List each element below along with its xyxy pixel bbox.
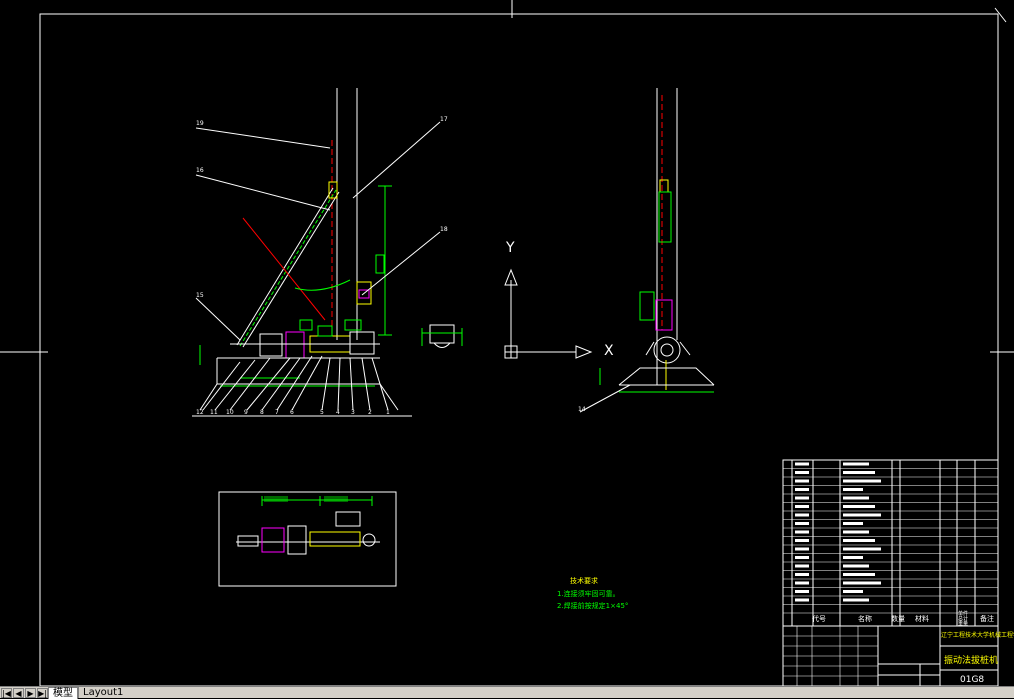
drawing-canvas — [0, 0, 1014, 686]
ucs-icon — [504, 268, 593, 359]
bom-header-remark: 备注 — [980, 615, 994, 623]
balloon-10: 10 — [226, 409, 234, 416]
tech-requirements-line2: 2.焊接前按规定1×45° — [557, 602, 629, 610]
bom-cell-mark — [843, 564, 869, 568]
corner-mark — [994, 7, 1007, 23]
tech-requirements-title: 技术要求 — [570, 577, 598, 585]
bom-cell-mark — [795, 488, 809, 491]
top-view — [218, 491, 397, 587]
cad-viewport[interactable]: Y X 19 17 16 18 15 12 11 10 9 8 7 6 5 4 … — [0, 0, 1014, 686]
front-view — [192, 88, 441, 417]
balloon-7: 7 — [275, 409, 279, 416]
bom-cell-mark — [795, 581, 809, 585]
balloon-19: 19 — [196, 120, 204, 127]
balloon-5: 5 — [320, 409, 324, 416]
balloon-1: 1 — [386, 409, 390, 416]
school-name: 辽宁工程技术大学机械工程学院 — [941, 632, 1014, 639]
bom-cell-mark — [843, 505, 875, 508]
title-block-lines — [783, 626, 878, 686]
bom-cell-mark — [843, 496, 869, 500]
tab-model[interactable]: 模型 — [48, 686, 78, 699]
bom-cell-mark — [843, 462, 869, 466]
bom-cell-mark — [843, 598, 869, 602]
tab-layout1[interactable]: Layout1 — [78, 687, 127, 698]
balloon-18: 18 — [440, 226, 448, 233]
bom-cell-mark — [795, 573, 809, 576]
drawing-number: 01G8 — [960, 675, 985, 685]
bom-cell-mark — [795, 522, 809, 525]
nav-last-button[interactable]: ▶| — [37, 687, 48, 698]
balloon-12: 12 — [196, 409, 204, 416]
bom-header-name: 名称 — [858, 615, 872, 623]
bom-cell-mark — [795, 479, 809, 483]
bom-cell-mark — [843, 573, 875, 576]
bom-header-weight: 单件 总计 重量 — [958, 611, 969, 627]
balloon-4: 4 — [336, 409, 340, 416]
axis-x-label: X — [604, 343, 614, 359]
layout-tab-bar: |◀ ◀ ▶ ▶| 模型 Layout1 — [0, 686, 1014, 699]
balloon-6: 6 — [290, 409, 294, 416]
detail-bracket — [421, 324, 463, 348]
bom-rows — [783, 462, 998, 614]
balloon-11: 11 — [210, 409, 218, 416]
balloon-8: 8 — [260, 409, 264, 416]
bom-cell-mark — [843, 479, 881, 483]
bom-cell-mark — [843, 530, 869, 534]
drawing-name: 振动法拔桩机 — [944, 656, 999, 666]
bom-cell-mark — [843, 581, 881, 585]
bom-cell-mark — [795, 462, 809, 466]
tech-requirements-line1: 1.连接须牢固可靠。 — [557, 590, 620, 598]
bom-header-code: 代号 — [812, 615, 826, 623]
bom-cell-mark — [843, 522, 863, 525]
bom-table — [782, 459, 999, 627]
bom-cell-mark — [795, 496, 809, 500]
bom-cell-mark — [795, 564, 809, 568]
balloon-9: 9 — [244, 409, 248, 416]
bom-cell-mark — [843, 513, 881, 517]
nav-first-button[interactable]: |◀ — [1, 687, 12, 698]
bom-cell-mark — [795, 547, 809, 551]
balloon-3: 3 — [351, 409, 355, 416]
bom-header-qty: 数量 — [891, 615, 905, 623]
axis-y-label: Y — [506, 240, 515, 256]
balloon-14: 14 — [578, 406, 586, 413]
bom-cell-mark — [795, 590, 809, 593]
bom-cell-mark — [843, 539, 875, 542]
bom-header-material: 材料 — [915, 615, 929, 623]
bom-cell-mark — [795, 530, 809, 534]
balloon-2: 2 — [368, 409, 372, 416]
bom-cell-mark — [795, 598, 809, 602]
nav-next-button[interactable]: ▶ — [25, 687, 36, 698]
side-view — [579, 88, 715, 413]
nav-prev-button[interactable]: ◀ — [13, 687, 24, 698]
bom-cell-mark — [843, 547, 881, 551]
bom-cell-mark — [843, 488, 863, 491]
balloon-17: 17 — [440, 116, 448, 123]
bom-cell-mark — [795, 539, 809, 542]
bom-cell-mark — [843, 471, 875, 474]
bom-cell-mark — [843, 590, 863, 593]
bom-cell-mark — [795, 471, 809, 474]
bom-cell-mark — [843, 556, 863, 559]
bom-cell-mark — [795, 556, 809, 559]
balloon-16: 16 — [196, 167, 204, 174]
bom-cell-mark — [795, 513, 809, 517]
balloon-15: 15 — [196, 292, 204, 299]
drawing-frame — [39, 13, 999, 686]
bom-cell-mark — [795, 505, 809, 508]
